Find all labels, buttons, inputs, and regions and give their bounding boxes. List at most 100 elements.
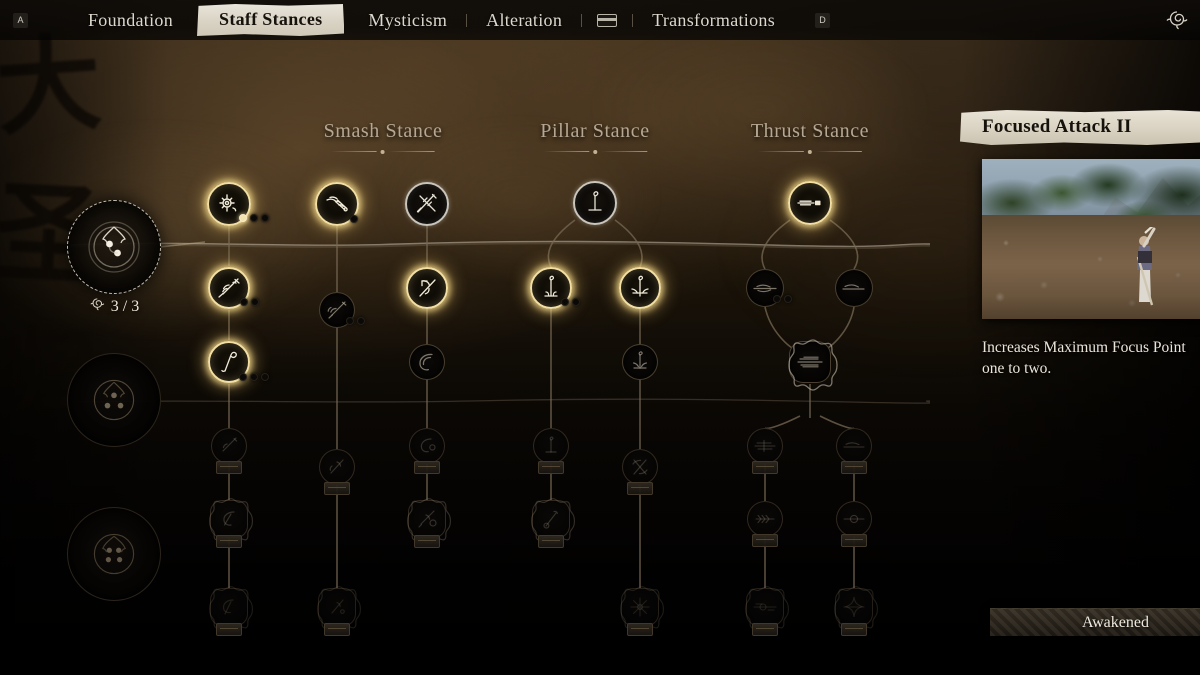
tab-separator: | [465, 11, 469, 28]
smash-ultimate-icon [211, 589, 247, 625]
skill-detail-panel: Focused Attack II Increases Maximum Focu… [960, 110, 1200, 380]
preview-ground [982, 215, 1200, 319]
header-rule [324, 148, 443, 155]
next-tab-key-icon[interactable]: D [815, 12, 831, 28]
tab-list: Foundation Staff Stances Mysticism | Alt… [28, 4, 1164, 36]
skill-node-thrust-rapid[interactable] [747, 428, 783, 474]
awakened-button[interactable]: Awakened [990, 608, 1200, 636]
skill-node-crescent-orb[interactable] [409, 428, 445, 474]
skill-node-smash-ultimate[interactable] [208, 586, 254, 636]
pillar-spread-icon [621, 269, 659, 307]
skill-node-thrust-barrage[interactable] [788, 339, 838, 391]
skill-node-pillar-root[interactable] [530, 267, 580, 309]
node-pips [240, 298, 259, 306]
thrust-rapid-icon [748, 429, 782, 463]
skill-node-thrust-wave[interactable] [744, 586, 790, 636]
skill-node-pillar-bloom[interactable] [533, 428, 569, 474]
skill-node-slam[interactable] [319, 292, 365, 328]
cross-strike-icon [407, 184, 447, 224]
skill-description-line-2: one to two. [982, 360, 1052, 378]
prev-tab-key-icon[interactable]: A [13, 12, 28, 28]
skill-node-pillar-burst[interactable] [619, 586, 665, 636]
rank-orb-3[interactable] [67, 507, 161, 601]
spirit-spiral-icon [1164, 8, 1190, 32]
skill-node-smash-follow[interactable] [319, 449, 355, 495]
skill-node-pillar-hammer[interactable] [530, 498, 576, 548]
node-pips [239, 373, 269, 381]
smash-follow-icon [320, 450, 354, 484]
skill-node-thrust-lunge[interactable] [788, 181, 832, 225]
skill-node-pillar-staff[interactable] [573, 181, 617, 225]
rank-orb-ring [67, 353, 161, 447]
skill-node-pillar-spread[interactable] [619, 267, 661, 309]
thrust-feather-icon [748, 502, 782, 536]
chest-icon[interactable] [597, 13, 618, 27]
tab-transformations[interactable]: Transformations [636, 7, 791, 34]
skill-node-heavy-smash[interactable] [208, 267, 259, 309]
tab-alteration[interactable]: Alteration [470, 7, 578, 34]
rank-orb-ring [67, 507, 161, 601]
thrust-wave-icon [747, 589, 783, 625]
smash-blade-icon [319, 589, 355, 625]
crescent-orb-icon [410, 429, 444, 463]
skill-node-cross-strike[interactable] [405, 182, 449, 226]
thrust-sweep-icon [836, 270, 872, 306]
pillar-burst-icon [622, 589, 658, 625]
header-rule [540, 148, 649, 155]
skill-node-crescent[interactable] [409, 344, 445, 380]
thrust-star-icon [836, 589, 872, 625]
rank-orb-ring [67, 200, 161, 294]
column-header-thrust: Thrust Stance [751, 120, 869, 155]
header-rule [751, 148, 869, 155]
skill-tree-screen: 大 圣 归 A Foundation Staff Stances Mystici… [0, 0, 1200, 675]
tab-separator: | [631, 11, 635, 28]
skill-title: Focused Attack II [960, 110, 1200, 145]
skill-node-smash-blade[interactable] [316, 586, 362, 636]
rank-orb-1[interactable]: 3 / 3 [67, 200, 161, 315]
spin-slash-icon [408, 269, 446, 307]
spirit-spiral-icon [89, 296, 106, 317]
rank-count-label: 3 / 3 [89, 296, 139, 317]
tab-staff-stances[interactable]: Staff Stances [197, 4, 345, 36]
skill-node-smash-crush[interactable] [208, 498, 254, 548]
pillar-staff-icon [575, 183, 615, 223]
skill-node-smash-ignite[interactable] [406, 498, 452, 548]
skill-node-thrust-glide[interactable] [836, 428, 872, 474]
skill-description-line-1: Increases Maximum Focus Point [982, 339, 1186, 356]
column-header-pillar: Pillar Stance [540, 120, 649, 155]
smash-crush-icon [211, 501, 247, 537]
skill-node-thrust-star[interactable] [833, 586, 879, 636]
skill-description: Increases Maximum Focus Point one to two… [982, 337, 1200, 380]
thrust-lunge-icon [790, 183, 830, 223]
node-pips [346, 317, 365, 325]
skill-node-thrust-ring[interactable] [836, 501, 872, 547]
node-pips [239, 214, 269, 222]
skill-preview-image [982, 159, 1200, 319]
pillar-hammer-icon [533, 501, 569, 537]
smash-ignite-icon [409, 501, 445, 537]
skill-node-smash-combo[interactable] [211, 428, 247, 474]
node-pips [773, 295, 792, 303]
tab-mysticism[interactable]: Mysticism [352, 7, 463, 34]
thrust-glide-icon [837, 429, 871, 463]
skill-node-thrust-feather[interactable] [747, 501, 783, 547]
thrust-barrage-icon [790, 342, 830, 382]
skill-node-thrust-sweep[interactable] [835, 269, 873, 307]
tab-foundation[interactable]: Foundation [72, 7, 189, 34]
preview-character [1136, 227, 1156, 306]
top-tab-bar: A Foundation Staff Stances Mysticism | A… [0, 0, 1200, 40]
skill-node-spin-slash[interactable] [406, 267, 448, 309]
skill-node-thrust-pierce[interactable] [746, 269, 792, 307]
skill-node-staff-hook[interactable] [208, 341, 269, 383]
skill-node-smash-swing[interactable] [315, 182, 359, 226]
rank-orb-2[interactable] [67, 353, 161, 447]
skill-node-focus-burst[interactable] [207, 182, 269, 226]
skill-node-pillar-cross[interactable] [622, 449, 658, 495]
pillar-bloom-icon [534, 429, 568, 463]
node-pips [561, 298, 580, 306]
pillar-cross-icon [623, 450, 657, 484]
tab-separator: | [580, 11, 584, 28]
smash-combo-icon [212, 429, 246, 463]
skill-node-pillar-seed[interactable] [622, 344, 658, 380]
column-header-smash: Smash Stance [324, 120, 443, 155]
